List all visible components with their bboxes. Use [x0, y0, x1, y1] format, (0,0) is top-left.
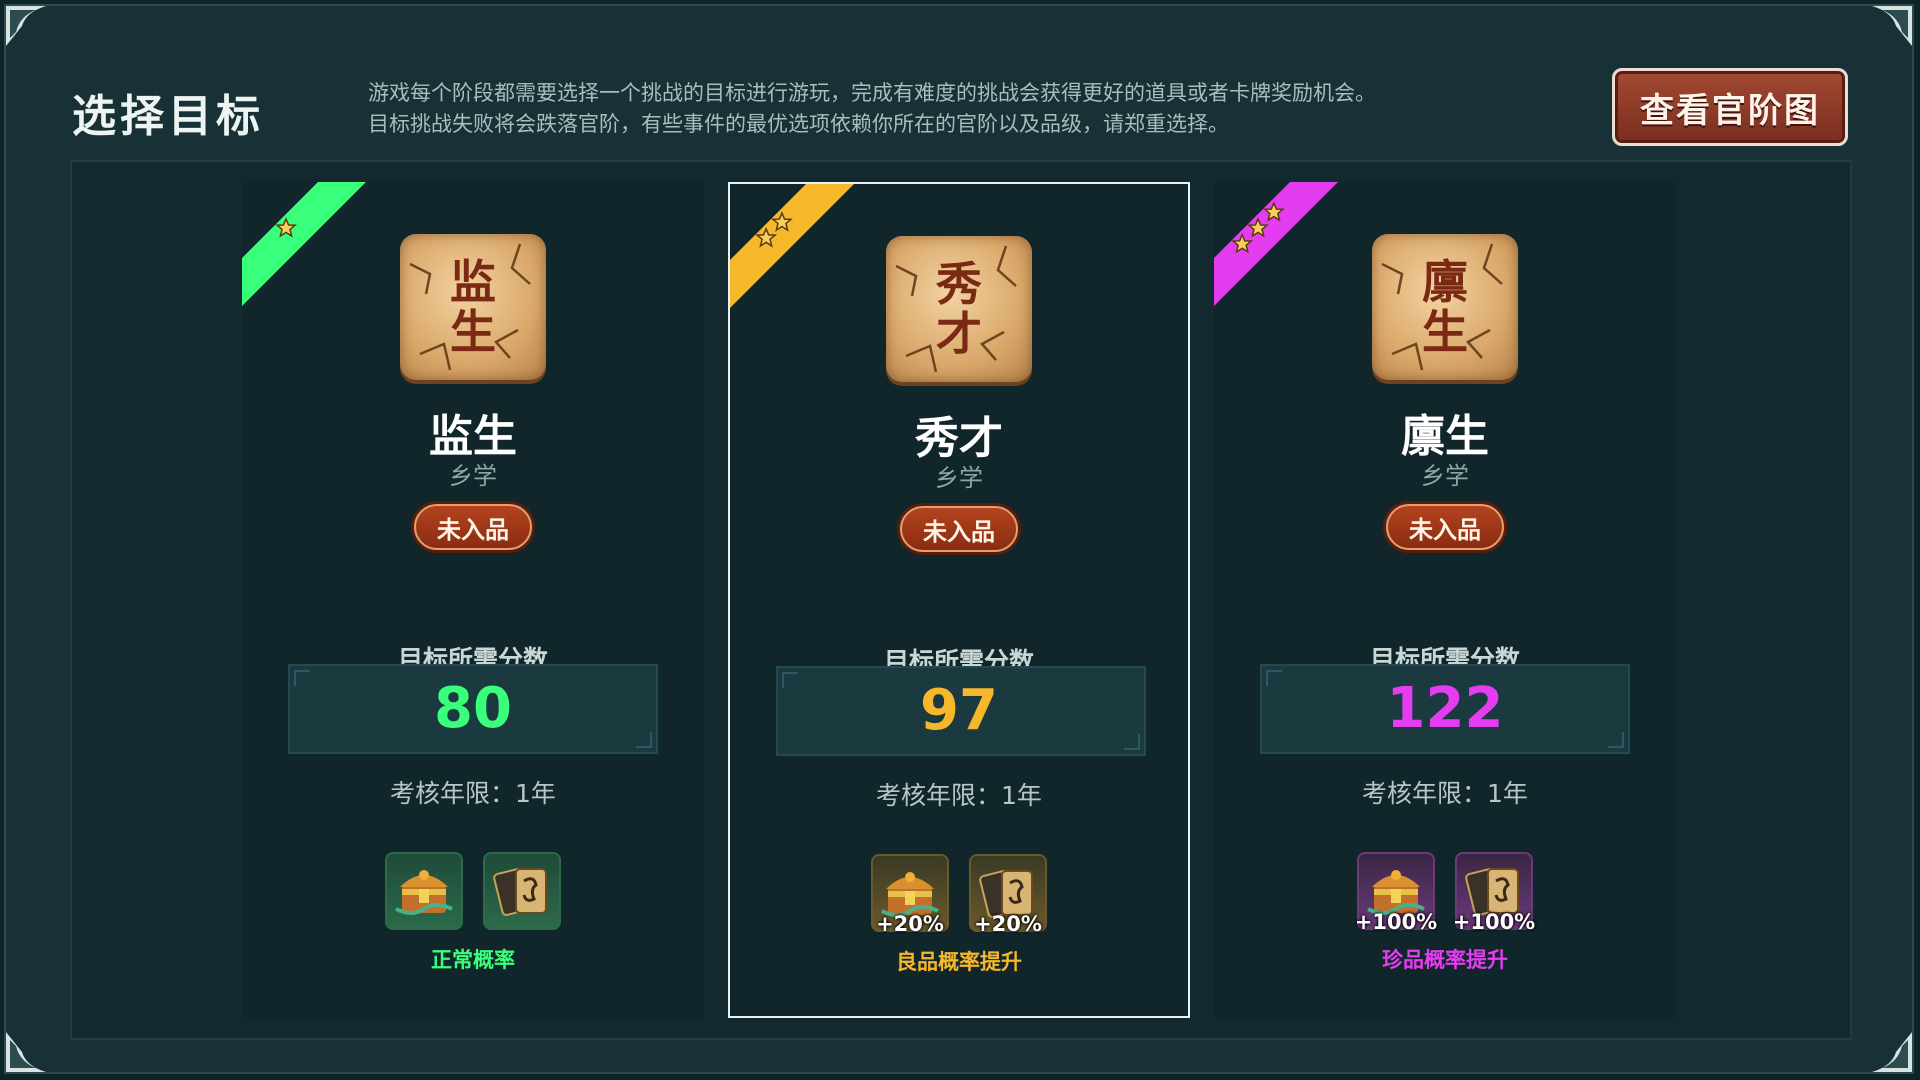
reward-list: +20% +20%: [730, 854, 1188, 936]
assessment-years: 考核年限：1年: [876, 781, 1042, 810]
description: 游戏每个阶段都需要选择一个挑战的目标进行游玩，完成有难度的挑战会获得更好的道具或…: [368, 78, 1568, 140]
tile-char-1: 秀: [936, 257, 982, 311]
grade-badge: 未入品: [414, 504, 532, 550]
rate-note: 珍品概率提升: [1382, 948, 1508, 972]
rank-tile-icon: 秀 才: [886, 236, 1032, 382]
difficulty-ribbon: [1214, 182, 1338, 306]
treasure-chest-icon: +100%: [1355, 852, 1437, 934]
rank-subtitle: 乡学: [935, 464, 983, 492]
description-line: 目标挑战失败将会跌落官阶，有些事件的最优选项依赖你所在的官阶以及品级，请郑重选择…: [368, 112, 1229, 136]
tile-char-2: 生: [1422, 305, 1468, 359]
rank-name: 秀才: [915, 413, 1003, 464]
description-line: 游戏每个阶段都需要选择一个挑战的目标进行游玩，完成有难度的挑战会获得更好的道具或…: [368, 81, 1376, 105]
treasure-chest-icon: +20%: [871, 854, 949, 936]
corner-ornament: [1868, 1028, 1912, 1072]
target-card-xiucai[interactable]: 秀 才 秀才 乡学 未入品 目标所需分数 97 考核年限：1年 +20% +20…: [728, 182, 1190, 1018]
page-title: 选择目标: [72, 91, 264, 142]
target-card-jiansheng[interactable]: 监 生 监生 乡学 未入品 目标所需分数 80 考核年限：1年 正常概率: [242, 182, 704, 1018]
required-score-value: 122: [1386, 676, 1504, 741]
tile-char-1: 监: [450, 255, 496, 309]
corner-ornament: [6, 1028, 50, 1072]
target-card-linsheng[interactable]: 廪 生 廪生 乡学 未入品 目标所需分数 122 考核年限：1年 +100% +…: [1214, 182, 1676, 1018]
reward-bonus: +20%: [876, 912, 944, 936]
card-deck-icon: [483, 852, 561, 930]
view-rank-map-button[interactable]: 查看官阶图: [1612, 68, 1848, 146]
reward-list: [242, 852, 704, 930]
reward-bonus: +100%: [1452, 910, 1536, 934]
reward-bonus: +100%: [1354, 910, 1438, 934]
difficulty-ribbon: [730, 184, 854, 308]
assessment-years: 考核年限：1年: [1362, 779, 1528, 808]
rate-note: 正常概率: [431, 948, 515, 972]
rank-tile-icon: 廪 生: [1372, 234, 1518, 380]
reward-bonus: +20%: [974, 912, 1042, 936]
rate-note: 良品概率提升: [896, 950, 1022, 974]
tile-char-1: 廪: [1422, 255, 1468, 309]
treasure-chest-icon: [385, 852, 463, 930]
reward-list: +100% +100%: [1214, 852, 1676, 934]
grade-badge: 未入品: [900, 506, 1018, 552]
tile-char-2: 生: [450, 305, 496, 359]
corner-ornament: [1868, 6, 1912, 50]
rank-name: 廪生: [1401, 411, 1489, 462]
assessment-years: 考核年限：1年: [390, 779, 556, 808]
card-deck-icon: +20%: [969, 854, 1047, 936]
tile-char-2: 才: [936, 307, 982, 361]
rank-tile-icon: 监 生: [400, 234, 546, 380]
rank-subtitle: 乡学: [449, 462, 497, 490]
corner-ornament: [6, 6, 50, 50]
rank-subtitle: 乡学: [1421, 462, 1469, 490]
card-deck-icon: +100%: [1453, 852, 1535, 934]
grade-badge: 未入品: [1386, 504, 1504, 550]
rank-name: 监生: [429, 411, 517, 462]
required-score-value: 97: [920, 678, 998, 743]
required-score-value: 80: [434, 676, 512, 741]
difficulty-ribbon: [242, 182, 366, 306]
